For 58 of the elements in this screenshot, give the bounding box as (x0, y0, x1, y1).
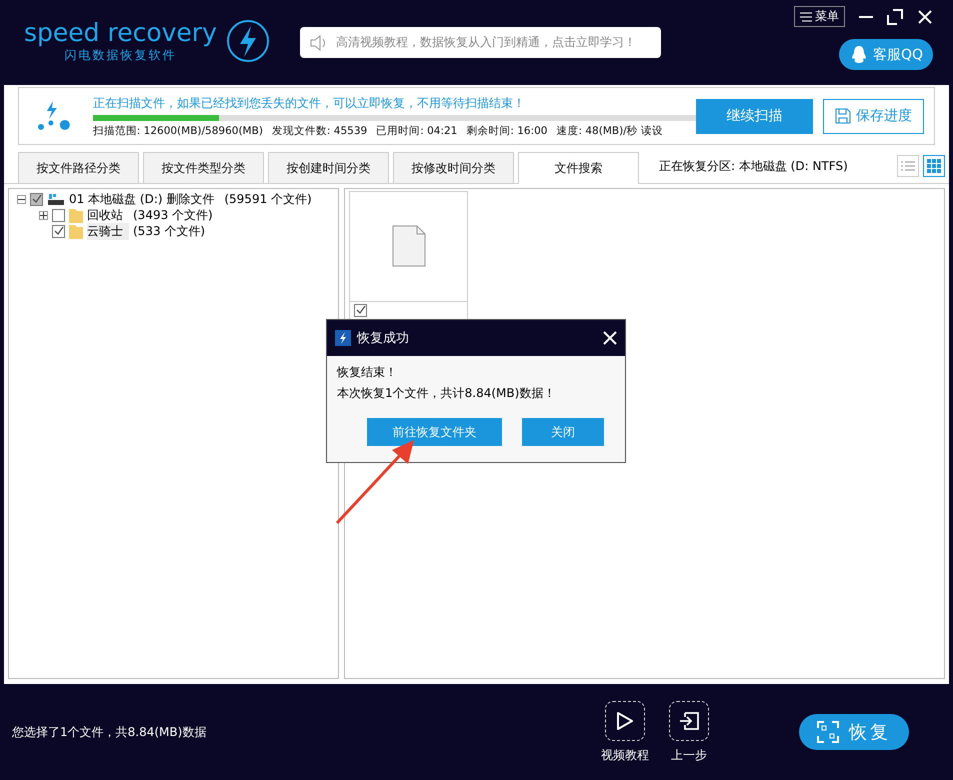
dialog-message: 恢复结束！ (337, 364, 398, 381)
dialog-title: 恢复成功 (357, 330, 409, 347)
file-count: (59591 个文件) (224, 190, 312, 208)
folder-icon (69, 223, 83, 239)
scan-frame-icon (817, 721, 839, 743)
tree-item[interactable]: 回收站 (87, 206, 129, 224)
close-button[interactable] (917, 8, 933, 24)
banner-text: 高清视频教程，数据恢复从入门到精通，点击立即学习！ (336, 34, 636, 51)
close-button[interactable] (603, 331, 617, 345)
expand-icon[interactable] (39, 210, 48, 220)
scan-stat: 发现文件数: 45539 (272, 124, 368, 138)
list-icon (901, 160, 915, 172)
tutorial-banner[interactable]: 高清视频教程，数据恢复从入门到精通，点击立即学习！ (300, 27, 661, 58)
checkbox[interactable] (52, 224, 65, 238)
maximize-icon (887, 8, 903, 24)
category-tab[interactable]: 按文件类型分类 (143, 152, 264, 183)
checkbox[interactable] (354, 304, 367, 316)
scan-stat: 扫描范围: 12600(MB)/58960(MB) (92, 124, 263, 138)
scan-message: 正在扫描文件，如果已经找到您丢失的文件，可以立即恢复，不用等待扫描结束！ (92, 94, 526, 112)
selection-status: 您选择了1个文件，共8.84(MB)数据 (12, 724, 206, 740)
menu-button[interactable]: 菜单 (794, 6, 845, 27)
play-icon (616, 710, 634, 730)
category-tab[interactable]: 按创建时间分类 (268, 152, 389, 183)
tree-item[interactable]: 01 本地磁盘 (D:) 删除文件 (69, 190, 220, 208)
list-view-button[interactable] (897, 155, 919, 177)
lightning-icon (224, 18, 271, 64)
checkbox[interactable] (30, 192, 43, 206)
collapse-icon[interactable] (17, 194, 26, 204)
floppy-icon (834, 108, 851, 124)
scan-stat: 剩余时间: 16:00 (466, 124, 548, 138)
scan-stat: 已用时间: 04:21 (376, 124, 458, 138)
minimize-button[interactable] (859, 16, 873, 18)
exit-icon (679, 712, 699, 730)
app-icon (335, 330, 351, 346)
scan-stat: 速度: 48(MB)/秒 读设 (556, 124, 664, 138)
document-icon (392, 225, 426, 268)
scan-icon (37, 99, 73, 133)
menu-icon (800, 12, 812, 22)
folder-icon (69, 207, 83, 223)
close-icon (603, 331, 617, 345)
brand-logo: speed recovery (24, 18, 217, 47)
file-count: (533 个文件) (133, 222, 206, 240)
drive-icon (47, 192, 65, 206)
file-count: (3493 个文件) (133, 206, 213, 224)
brand-tagline: 闪电数据恢复软件 (64, 47, 176, 64)
close-icon (917, 8, 933, 24)
partition-label: 正在恢复分区: 本地磁盘 (D: NTFS) (659, 158, 848, 174)
grid-icon (927, 159, 941, 173)
checkbox[interactable] (52, 208, 65, 222)
category-tab[interactable]: 按修改时间分类 (393, 152, 514, 183)
grid-view-button[interactable] (923, 155, 945, 177)
tree-item[interactable]: 云骑士 (87, 222, 129, 240)
dialog-message: 本次恢复1个文件，共计8.84(MB)数据！ (337, 385, 556, 402)
maximize-button[interactable] (887, 8, 903, 24)
category-tab[interactable]: 按文件路径分类 (18, 152, 139, 183)
minimize-icon (859, 16, 873, 18)
speaker-icon (310, 34, 328, 50)
category-tab[interactable]: 文件搜索 (518, 152, 639, 184)
